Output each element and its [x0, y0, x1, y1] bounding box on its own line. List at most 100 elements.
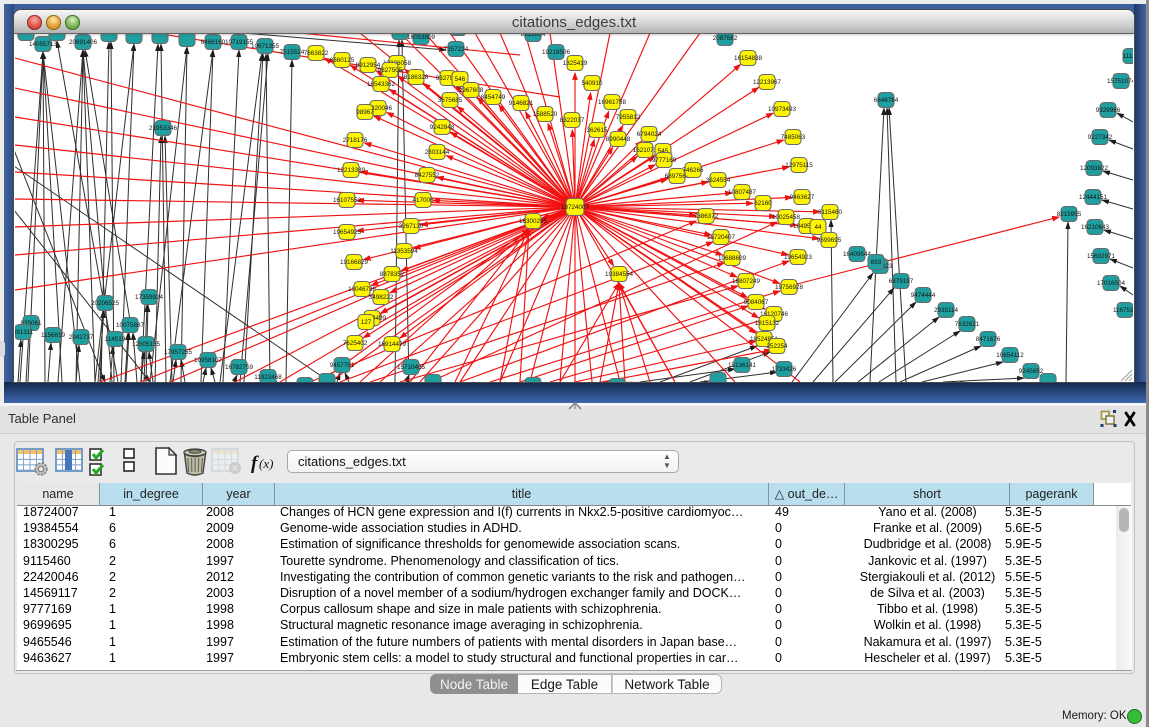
svg-text:10654112: 10654112 [996, 352, 1024, 359]
svg-text:19218506: 19218506 [542, 49, 571, 56]
svg-text:2803144: 2803144 [425, 149, 450, 156]
svg-text:1588520: 1588520 [533, 111, 558, 118]
svg-text:2967608: 2967608 [459, 87, 484, 94]
svg-text:10719155: 10719155 [225, 39, 254, 46]
svg-text:252254: 252254 [766, 343, 788, 350]
svg-text:f: f [251, 453, 259, 474]
svg-text:8878352: 8878352 [380, 271, 405, 278]
svg-text:21953346: 21953346 [149, 125, 178, 132]
svg-text:1325419: 1325419 [563, 60, 588, 67]
svg-text:9329966: 9329966 [1096, 107, 1121, 114]
svg-text:9699695: 9699695 [817, 237, 842, 244]
svg-text:11123: 11123 [1123, 53, 1133, 60]
svg-text:7386372: 7386372 [694, 213, 719, 220]
svg-text:19654925: 19654925 [333, 229, 362, 236]
svg-text:10807487: 10807487 [728, 189, 757, 196]
svg-text:6466160: 6466160 [201, 39, 226, 46]
svg-text:14055713: 14055713 [29, 41, 58, 48]
svg-text:9084067: 9084067 [744, 299, 769, 306]
svg-text:8660125: 8660125 [330, 57, 355, 64]
svg-text:17359924: 17359924 [135, 294, 164, 301]
svg-text:7357224: 7357224 [444, 46, 469, 53]
svg-text:6648784: 6648784 [874, 97, 899, 104]
svg-text:114519: 114519 [105, 336, 126, 343]
svg-text:3498222: 3498222 [369, 294, 394, 301]
svg-text:12213389: 12213389 [337, 167, 366, 174]
svg-text:16914479: 16914479 [378, 341, 407, 348]
svg-text:10025458: 10025458 [772, 214, 801, 221]
svg-text:(x): (x) [259, 456, 273, 471]
svg-text:8990448: 8990448 [606, 136, 631, 143]
svg-text:15692971: 15692971 [1087, 253, 1116, 260]
svg-text:16154838: 16154838 [734, 55, 763, 62]
svg-text:10046736: 10046736 [348, 286, 377, 293]
svg-text:12444151: 12444151 [1079, 194, 1108, 201]
svg-text:362615: 362615 [586, 127, 608, 134]
svg-text:44: 44 [814, 224, 822, 231]
svg-text:10671355: 10671355 [251, 43, 280, 50]
svg-text:127: 127 [361, 319, 372, 326]
svg-text:417006: 417006 [412, 197, 434, 204]
svg-text:15710485: 15710485 [397, 364, 426, 371]
svg-text:10973493: 10973493 [768, 106, 797, 113]
svg-text:9242848: 9242848 [430, 124, 455, 131]
svg-text:893: 893 [871, 259, 882, 266]
svg-text:3675685: 3675685 [438, 97, 463, 104]
svg-text:6794024: 6794024 [637, 131, 662, 138]
svg-text:391311: 391311 [15, 329, 34, 336]
svg-text:15136141: 15136141 [728, 362, 757, 369]
svg-text:8427552: 8427552 [415, 172, 440, 179]
svg-text:1733426: 1733426 [772, 366, 797, 373]
svg-text:746266: 746266 [682, 167, 704, 174]
svg-text:9245652: 9245652 [1019, 368, 1044, 375]
svg-text:12505135: 12505135 [132, 341, 161, 348]
svg-text:18807249: 18807249 [732, 278, 761, 285]
svg-text:7485063: 7485063 [781, 134, 806, 141]
svg-text:17016504: 17016504 [1097, 280, 1126, 287]
svg-text:9115460: 9115460 [818, 209, 843, 216]
svg-text:17957255: 17957255 [164, 349, 193, 356]
svg-text:12975115: 12975115 [785, 162, 813, 169]
svg-text:2942737: 2942737 [69, 334, 94, 341]
svg-text:2718176: 2718176 [343, 137, 368, 144]
svg-text:16409544: 16409544 [843, 251, 872, 258]
svg-text:9457791: 9457791 [330, 362, 355, 369]
svg-text:19654923: 19654923 [784, 254, 813, 261]
svg-text:11923468: 11923468 [254, 374, 282, 381]
svg-text:9463627: 9463627 [790, 194, 815, 201]
svg-text:62160: 62160 [754, 200, 772, 207]
svg-text:10958107: 10958107 [194, 357, 223, 364]
svg-text:1167533: 1167533 [1113, 307, 1133, 314]
svg-text:16210643: 16210643 [1081, 224, 1110, 231]
svg-text:8322037: 8322037 [560, 117, 585, 124]
svg-text:16782759: 16782759 [225, 364, 254, 371]
svg-text:6879197: 6879197 [889, 278, 914, 285]
svg-text:3624554: 3624554 [706, 177, 731, 184]
svg-text:10075887: 10075887 [116, 322, 145, 329]
svg-text:2935114: 2935114 [934, 307, 959, 314]
svg-text:7663822: 7663822 [304, 50, 329, 57]
svg-text:7625402: 7625402 [343, 340, 368, 347]
svg-text:546: 546 [455, 76, 466, 83]
svg-text:9827505: 9827505 [378, 67, 403, 74]
svg-text:18300295: 18300295 [519, 218, 548, 225]
svg-text:8471676: 8471676 [976, 336, 1001, 343]
svg-text:12213967: 12213967 [753, 79, 782, 86]
svg-text:16961758: 16961758 [598, 99, 627, 106]
svg-text:11353594: 11353594 [390, 248, 418, 255]
svg-text:9146821: 9146821 [509, 100, 534, 107]
svg-text:8454749: 8454749 [481, 94, 506, 101]
svg-text:20691406: 20691406 [69, 39, 98, 46]
svg-text:3267130: 3267130 [399, 223, 424, 230]
svg-text:540910: 540910 [581, 80, 603, 87]
svg-text:7515524: 7515524 [280, 49, 305, 56]
svg-text:18724007: 18724007 [561, 204, 590, 211]
svg-text:1815132: 1815132 [755, 320, 780, 327]
svg-text:10688609: 10688609 [718, 255, 747, 262]
svg-text:12093822: 12093822 [1080, 165, 1109, 172]
svg-text:19384554: 19384554 [605, 271, 634, 278]
svg-text:20206525: 20206525 [91, 300, 120, 307]
svg-text:7955812: 7955812 [616, 114, 641, 121]
svg-text:9474444: 9474444 [911, 292, 936, 299]
svg-text:7632621: 7632621 [955, 321, 980, 328]
